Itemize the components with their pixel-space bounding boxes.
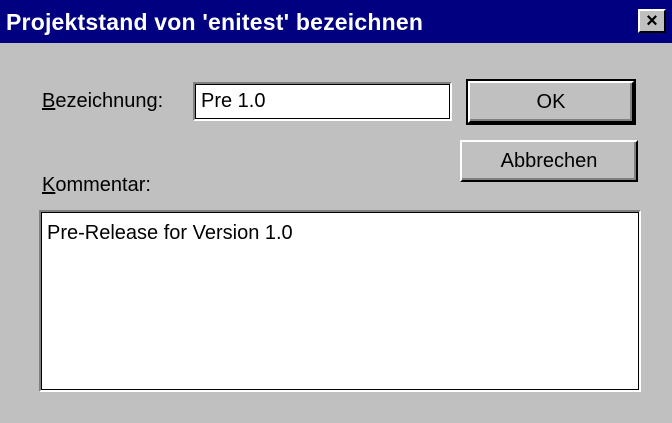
bezeichnung-label-text: ezeichnung: (55, 90, 164, 112)
cancel-button[interactable]: Abbrechen (460, 140, 638, 182)
kommentar-label: Kommentar: (42, 174, 151, 197)
title-bar[interactable]: Projektstand von 'enitest' bezeichnen × (0, 0, 672, 43)
close-icon: × (646, 10, 658, 32)
ok-button[interactable]: OK (466, 79, 636, 125)
kommentar-label-text: ommentar: (55, 174, 151, 196)
dialog-window: Projektstand von 'enitest' bezeichnen × … (0, 0, 672, 423)
window-title: Projektstand von 'enitest' bezeichnen (6, 9, 424, 35)
bezeichnung-label-mnemonic: B (42, 90, 56, 112)
close-button[interactable]: × (638, 9, 666, 33)
kommentar-label-mnemonic: K (42, 174, 56, 196)
bezeichnung-input[interactable]: Pre 1.0 (193, 82, 452, 121)
kommentar-textarea[interactable]: Pre-Release for Version 1.0 (39, 210, 641, 392)
bezeichnung-label: Bezeichnung: (42, 90, 163, 113)
